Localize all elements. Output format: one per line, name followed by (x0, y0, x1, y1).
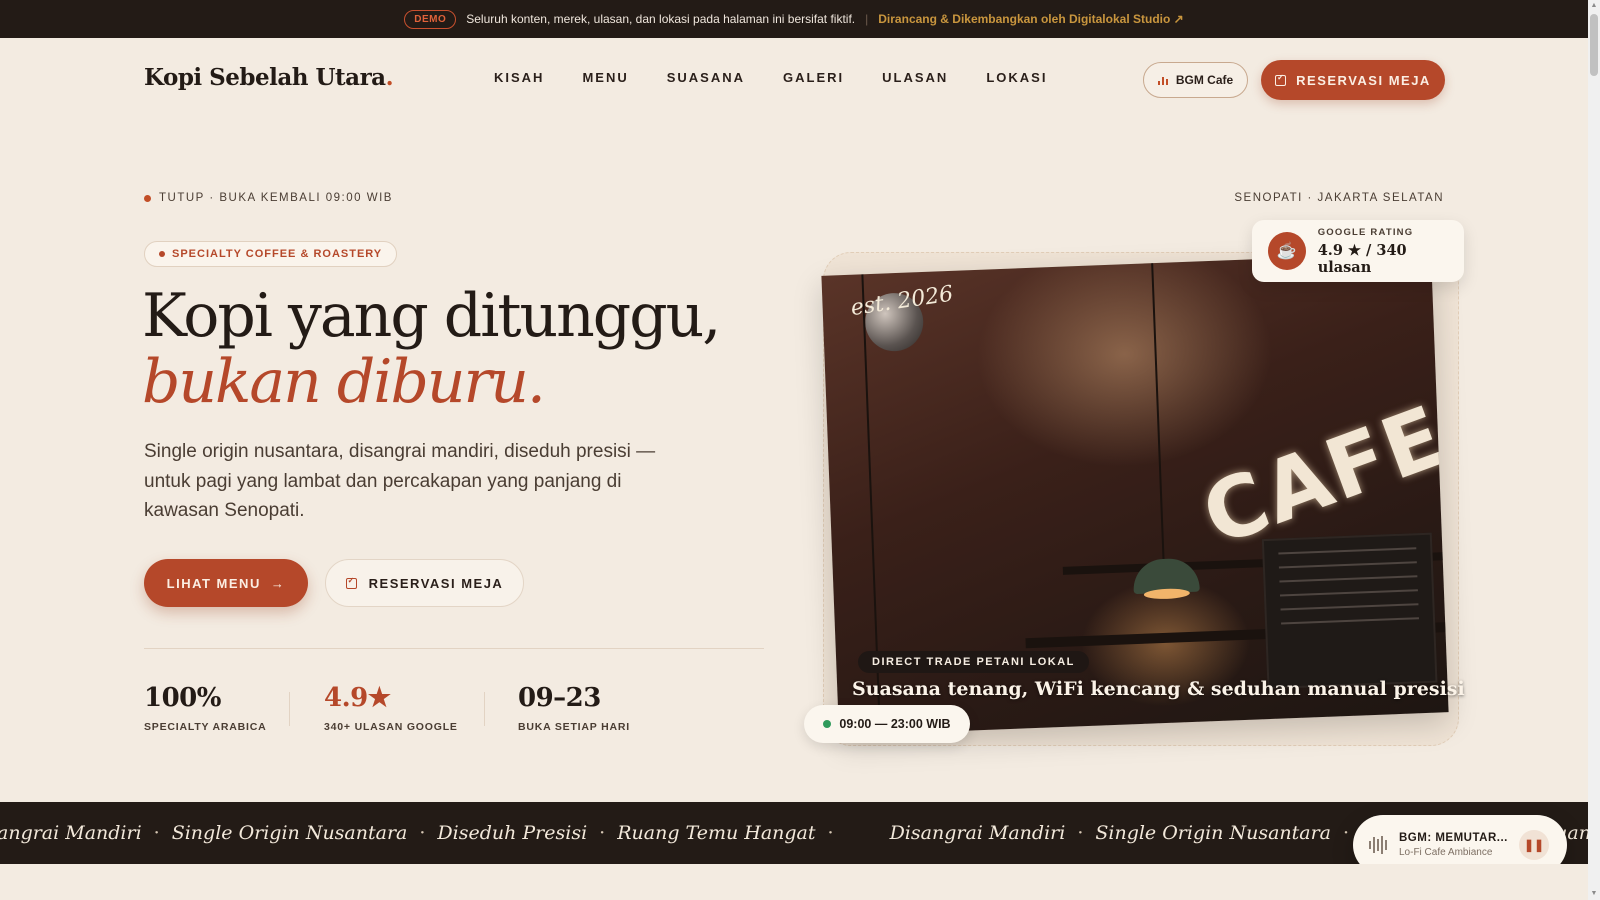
direct-trade-tag: DIRECT TRADE PETANI LOKAL (858, 651, 1089, 673)
opening-status: TUTUP · BUKA KEMBALI 09:00 WIB (144, 192, 393, 204)
stat-hours: 09–23 BUKA SETIAP HARI (518, 683, 630, 733)
nav-item-ulasan[interactable]: ULASAN (882, 70, 948, 85)
view-menu-button[interactable]: LIHAT MENU → (144, 559, 308, 607)
stat-value: 09–23 (518, 683, 601, 713)
tagline-marquee: angrai Mandiri · Single Origin Nusantara · D… (0, 802, 1588, 864)
nav-item-menu[interactable]: MENU (582, 70, 628, 85)
pill-dot (159, 251, 165, 257)
stat-label: SPECIALTY ARABICA (144, 721, 267, 733)
marquee-separator: · (827, 822, 834, 844)
stat-specialty: 100% SPECIALTY ARABICA (144, 683, 267, 733)
marquee-separator: · (1077, 822, 1084, 844)
opening-hours-chip: 09:00 — 23:00 WIB (804, 705, 970, 743)
pill-text: SPECIALTY COFFEE & ROASTERY (172, 248, 383, 260)
hero-title-emphasis: bukan diburu. (142, 347, 546, 417)
logo-text: Kopi Sebelah Utara (144, 64, 386, 91)
marquee-track: angrai Mandiri · Single Origin Nusantara · D… (0, 802, 1588, 864)
marquee-separator: · (599, 822, 606, 844)
nav-item-kisah[interactable]: KISAH (494, 70, 544, 85)
google-rating-card: ☕ GOOGLE RATING 4.9 ★ / 340 ulasan (1252, 220, 1464, 282)
nav-item-suasana[interactable]: SUASANA (667, 70, 745, 85)
site-logo[interactable]: Kopi Sebelah Utara. (144, 64, 394, 91)
demo-badge: DEMO (404, 9, 457, 29)
player-subtitle: Lo-Fi Cafe Ambiance (1399, 847, 1493, 858)
stat-separator (484, 692, 485, 726)
marquee-item: Diseduh Presisi (437, 822, 588, 844)
stat-label: 340+ ULASAN GOOGLE (324, 721, 458, 733)
scroll-thumb[interactable] (1590, 14, 1598, 76)
stat-value: 4.9★ (324, 683, 391, 713)
reserve-table-button-header[interactable]: RESERVASI MEJA (1261, 60, 1445, 100)
next-section-start (0, 864, 1588, 900)
calendar-check-icon (345, 576, 357, 589)
location-label: SENOPATI · JAKARTA SELATAN (1234, 192, 1444, 204)
equalizer-icon (1157, 75, 1168, 85)
arrow-right-icon: → (270, 575, 286, 591)
stats-divider (144, 648, 764, 649)
stat-separator (289, 692, 290, 726)
main-nav: KISAH MENU SUASANA GALERI ULASAN LOKASI (494, 70, 1047, 85)
menu-board-graphic (1261, 532, 1438, 690)
opening-status-text: TUTUP · BUKA KEMBALI 09:00 WIB (159, 192, 393, 204)
studio-credit-text: Dirancang & Dikembangkan oleh Digitaloka… (878, 12, 1171, 26)
marquee-item: angrai Mandiri (0, 822, 142, 844)
view-menu-label: LIHAT MENU (166, 575, 261, 591)
lamp-glow (1143, 587, 1191, 600)
scroll-down-arrow-icon[interactable]: ▼ (1590, 890, 1598, 898)
player-title: BGM: MEMUTAR... (1399, 832, 1508, 844)
marquee-separator: · (153, 822, 160, 844)
nav-item-lokasi[interactable]: LOKASI (986, 70, 1047, 85)
lamp-wire (1151, 263, 1165, 563)
stat-rating: 4.9★ 340+ ULASAN GOOGLE (324, 683, 458, 733)
bgm-cafe-button[interactable]: BGM Cafe (1143, 62, 1248, 98)
stat-label: BUKA SETIAP HARI (518, 721, 630, 733)
reserve-table-button-hero[interactable]: RESERVASI MEJA (325, 559, 524, 607)
bgm-cafe-label: BGM Cafe (1175, 73, 1234, 87)
marquee-item: Single Origin Nusantara (1095, 822, 1332, 844)
marquee-separator: · (419, 822, 426, 844)
marquee-item: Disangrai Mandiri (889, 822, 1066, 844)
sound-wave-icon (1369, 835, 1387, 855)
demo-separator: | (865, 12, 869, 26)
demo-notice-text: Seluruh konten, merek, ulasan, dan lokas… (466, 12, 856, 26)
rating-value: 4.9 ★ / 340 ulasan (1317, 241, 1407, 276)
marquee-separator: · (1343, 822, 1350, 844)
reserve-table-label: RESERVASI MEJA (1296, 72, 1431, 88)
external-link-icon: ↗ (1173, 12, 1184, 26)
coffee-cup-icon: ☕ (1268, 232, 1306, 270)
page-scrollbar[interactable]: ▲ ▼ (1588, 0, 1600, 900)
specialty-pill: SPECIALTY COFFEE & ROASTERY (144, 241, 398, 267)
scroll-up-arrow-icon[interactable]: ▲ (1590, 2, 1598, 10)
opening-hours-text: 09:00 — 23:00 WIB (839, 717, 951, 731)
marquee-item: Single Origin Nusantara (171, 822, 408, 844)
logo-dot: . (385, 64, 394, 91)
reserve-table-hero-label: RESERVASI MEJA (368, 575, 504, 591)
hero-lead: Single origin nusantara, disangrai mandi… (144, 441, 656, 521)
open-indicator-dot (823, 720, 832, 728)
hero-title: Kopi yang ditunggu, (142, 281, 721, 351)
studio-credit-link[interactable]: Dirancang & Dikembangkan oleh Digitaloka… (878, 12, 1183, 26)
calendar-check-icon (1275, 73, 1287, 86)
closed-status-dot (144, 194, 151, 202)
stat-value: 100% (144, 683, 221, 713)
pause-icon[interactable]: ❚❚ (1519, 830, 1549, 860)
nav-item-galeri[interactable]: GALERI (783, 70, 844, 85)
marquee-item: Ruang Temu Hangat (617, 822, 816, 844)
photo-caption: Suasana tenang, WiFi kencang & seduhan m… (852, 678, 1465, 700)
rating-label: GOOGLE RATING (1317, 226, 1414, 238)
demo-banner: DEMO Seluruh konten, merek, ulasan, dan … (0, 0, 1588, 38)
